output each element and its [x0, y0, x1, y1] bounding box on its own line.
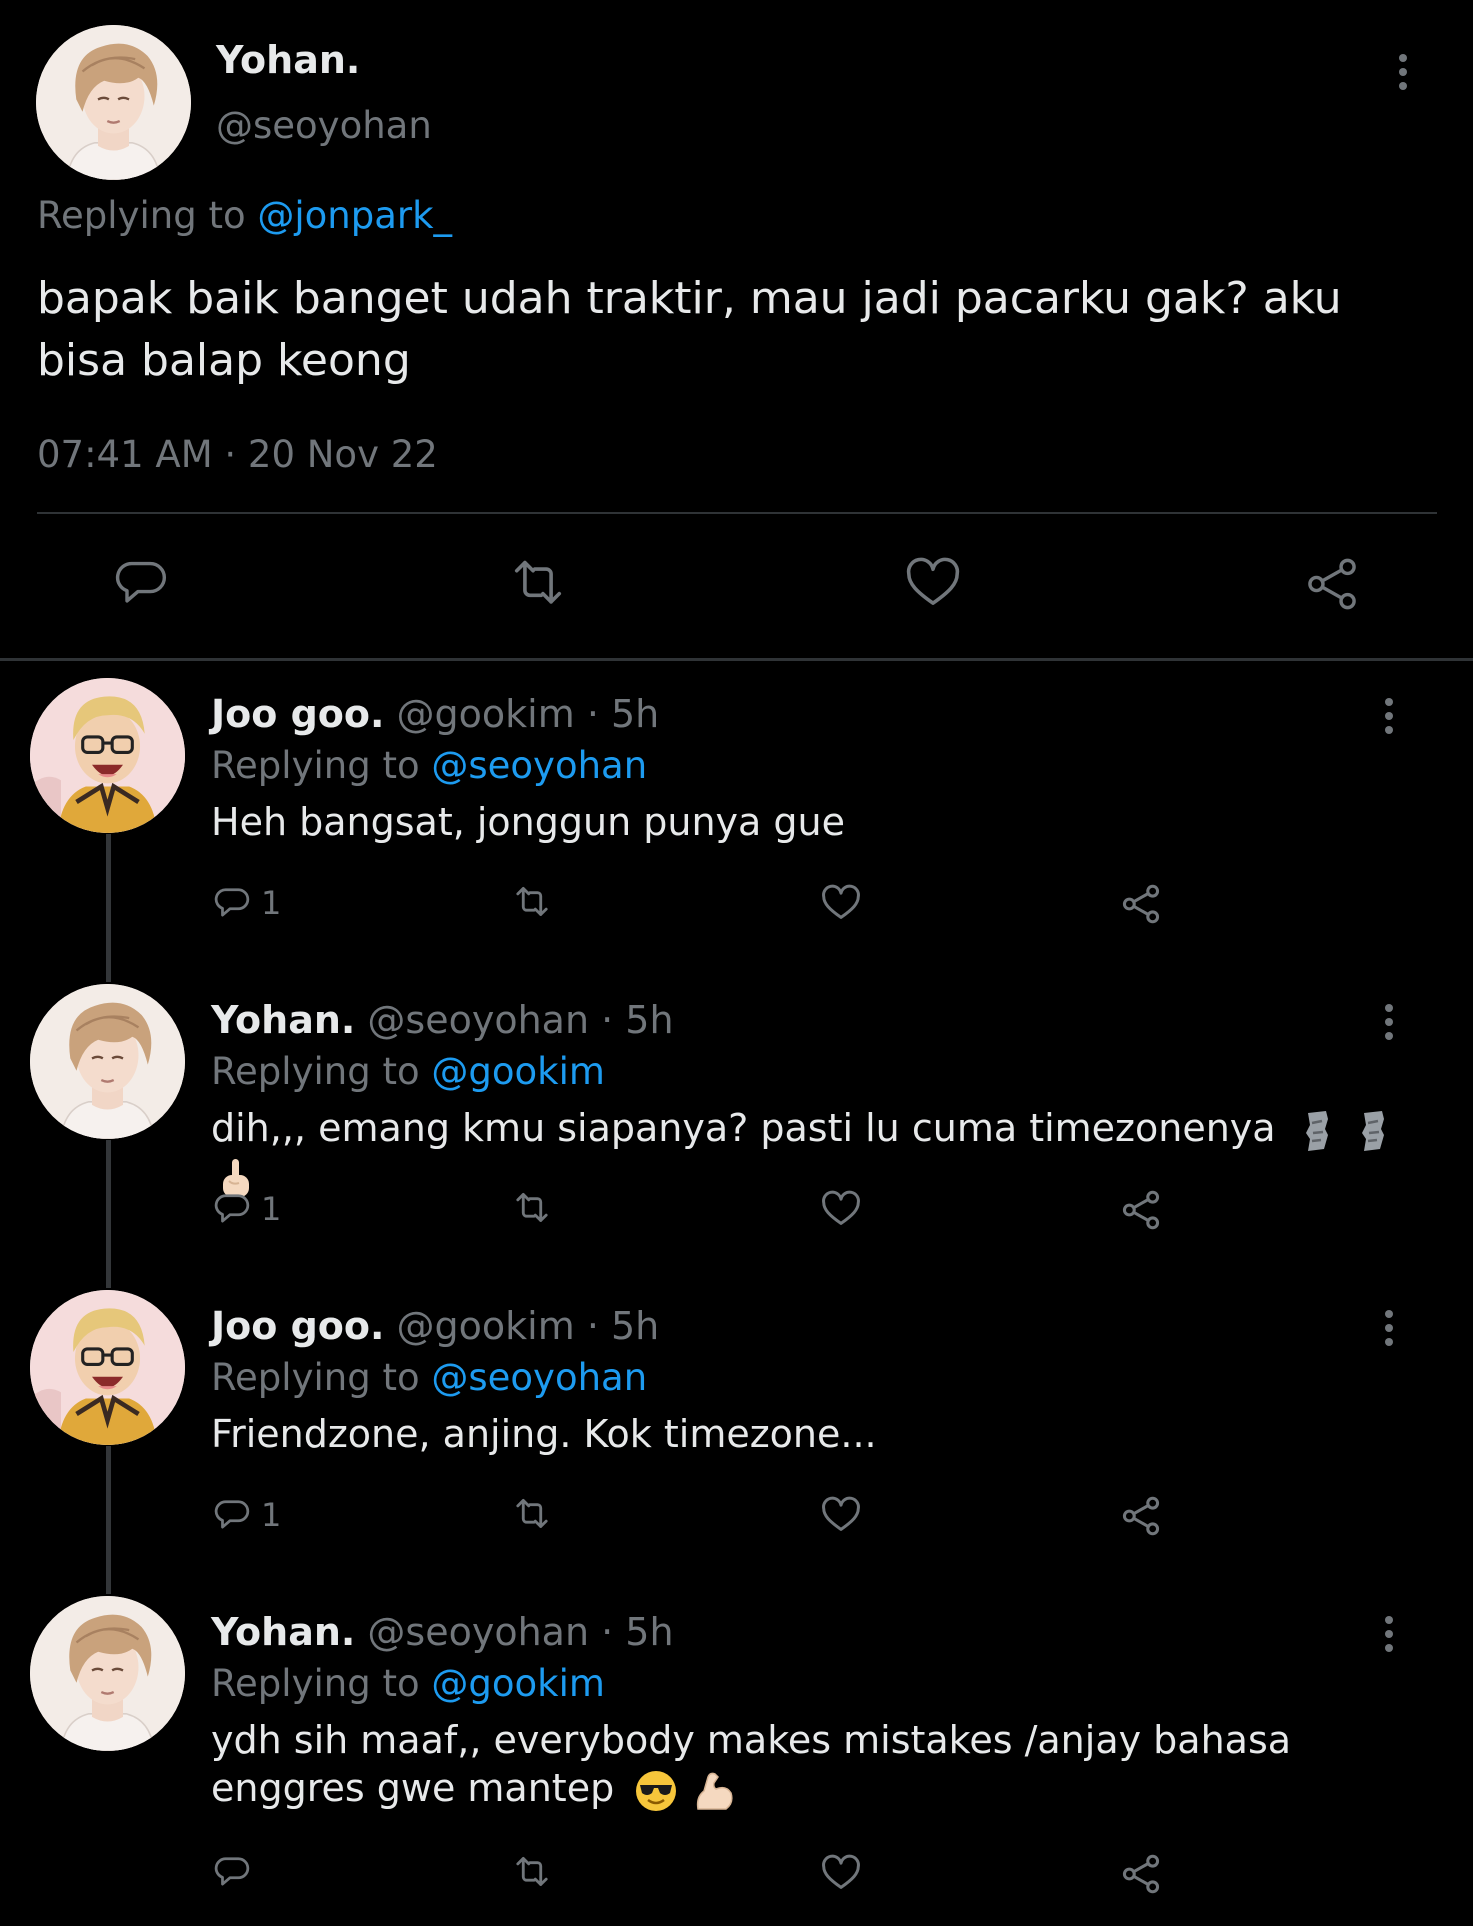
reply-time: · 5h — [586, 1304, 660, 1348]
share-icon[interactable] — [1120, 1496, 1162, 1536]
reply-icon — [214, 1194, 250, 1223]
avatar[interactable] — [30, 678, 185, 833]
tweet-timestamp[interactable]: 07:41 AM · 20 Nov 22 — [37, 433, 438, 476]
like-icon[interactable] — [819, 1854, 863, 1892]
replying-to: Replying to @jonpark_ — [37, 194, 452, 237]
reply-header: Yohan. @seoyohan · 5h — [211, 998, 674, 1042]
tweet-text: ydh sih maaf,, everybody makes mistakes … — [211, 1716, 1411, 1813]
replying-to: Replying to @gookim — [211, 1662, 605, 1705]
retweet-icon[interactable] — [511, 884, 553, 920]
divider — [0, 658, 1473, 661]
author-name[interactable]: Yohan. — [216, 38, 360, 82]
avatar[interactable] — [36, 25, 191, 180]
tweet-actions: 1 — [0, 884, 1473, 934]
retweet-icon[interactable] — [511, 1190, 553, 1226]
avatar[interactable] — [30, 1290, 185, 1445]
replying-prefix: Replying to — [37, 194, 246, 237]
author-name[interactable]: Joo goo. — [211, 692, 384, 736]
divider — [37, 512, 1437, 514]
replying-prefix: Replying to — [211, 1050, 420, 1093]
author-name[interactable]: Yohan. — [211, 1610, 355, 1654]
reply-count: 1 — [261, 884, 282, 922]
reply-time: · 5h — [601, 998, 674, 1042]
tweet-text-content: enggres gwe mantep — [211, 1766, 615, 1810]
tweet-actions: 1 — [0, 1190, 1473, 1240]
reply-time: · 5h — [601, 1610, 674, 1654]
reply-button[interactable]: 1 — [213, 1496, 281, 1534]
replying-prefix: Replying to — [211, 1356, 420, 1399]
replying-to-link[interactable]: @gookim — [431, 1662, 605, 1705]
reply-icon — [214, 1500, 250, 1529]
tweet-actions — [0, 556, 1473, 616]
like-icon[interactable] — [819, 1190, 863, 1228]
more-icon[interactable] — [1382, 1002, 1396, 1042]
moai-emoji-icon — [1354, 1109, 1392, 1153]
avatar[interactable] — [30, 1596, 185, 1751]
replying-to-link[interactable]: @seoyohan — [431, 744, 647, 787]
like-icon[interactable] — [819, 1496, 863, 1534]
like-icon[interactable] — [904, 556, 962, 610]
retweet-icon[interactable] — [507, 556, 569, 610]
replying-prefix: Replying to — [211, 744, 420, 787]
reply-button[interactable]: 1 — [213, 1190, 281, 1228]
replying-to-link[interactable]: @jonpark_ — [257, 194, 452, 237]
replying-to: Replying to @seoyohan — [211, 1356, 647, 1399]
retweet-icon[interactable] — [511, 1854, 553, 1890]
more-icon[interactable] — [1396, 52, 1410, 92]
more-icon[interactable] — [1382, 1614, 1396, 1654]
author-name[interactable]: Yohan. — [211, 998, 355, 1042]
reply-time: · 5h — [586, 692, 660, 736]
replying-to-link[interactable]: @seoyohan — [431, 1356, 647, 1399]
reply-icon — [214, 888, 250, 917]
tweet-text-line: ydh sih maaf,, everybody makes mistakes … — [211, 1718, 1292, 1762]
replying-to: Replying to @seoyohan — [211, 744, 647, 787]
replying-to-link[interactable]: @gookim — [431, 1050, 605, 1093]
reply-header: Yohan. @seoyohan · 5h — [211, 1610, 674, 1654]
tweet-text: Heh bangsat, jonggun punya gue — [211, 800, 845, 844]
reply-count: 1 — [261, 1190, 282, 1228]
reply-header: Joo goo. @gookim · 5h — [211, 1304, 659, 1348]
reply-icon — [214, 1857, 250, 1886]
replying-to: Replying to @gookim — [211, 1050, 605, 1093]
sunglasses-face-emoji-icon — [634, 1769, 678, 1813]
avatar[interactable] — [30, 984, 185, 1139]
moai-emoji-icon — [1298, 1109, 1336, 1153]
tweet-text-line: enggres gwe mantep — [211, 1764, 1411, 1813]
author-handle[interactable]: @seoyohan — [367, 998, 589, 1042]
flexed-biceps-emoji-icon — [692, 1769, 736, 1813]
author-handle[interactable]: @gookim — [397, 1304, 575, 1348]
share-icon[interactable] — [1120, 1854, 1162, 1894]
replying-prefix: Replying to — [211, 1662, 420, 1705]
tweet-actions: 1 — [0, 1496, 1473, 1546]
reply-button[interactable] — [213, 1854, 261, 1890]
tweet-text: Friendzone, anjing. Kok timezone... — [211, 1412, 877, 1456]
like-icon[interactable] — [819, 884, 863, 922]
reply-count: 1 — [261, 1496, 282, 1534]
author-handle[interactable]: @gookim — [397, 692, 575, 736]
author-handle[interactable]: @seoyohan — [367, 1610, 589, 1654]
retweet-icon[interactable] — [511, 1496, 553, 1532]
reply-icon[interactable] — [113, 556, 169, 610]
share-icon[interactable] — [1120, 1190, 1162, 1230]
tweet-text: bapak baik banget udah traktir, mau jadi… — [37, 273, 1342, 386]
more-icon[interactable] — [1382, 696, 1396, 736]
tweet-text-content: dih,,, emang kmu siapanya? pasti lu cuma… — [211, 1106, 1276, 1150]
author-name[interactable]: Joo goo. — [211, 1304, 384, 1348]
tweet-actions — [0, 1854, 1473, 1904]
author-handle[interactable]: @seoyohan — [216, 104, 432, 147]
share-icon[interactable] — [1120, 884, 1162, 924]
reply-button[interactable]: 1 — [213, 884, 281, 922]
tweet-text: dih,,, emang kmu siapanya? pasti lu cuma… — [211, 1104, 1411, 1201]
share-icon[interactable] — [1304, 556, 1360, 612]
more-icon[interactable] — [1382, 1308, 1396, 1348]
reply-header: Joo goo. @gookim · 5h — [211, 692, 659, 736]
